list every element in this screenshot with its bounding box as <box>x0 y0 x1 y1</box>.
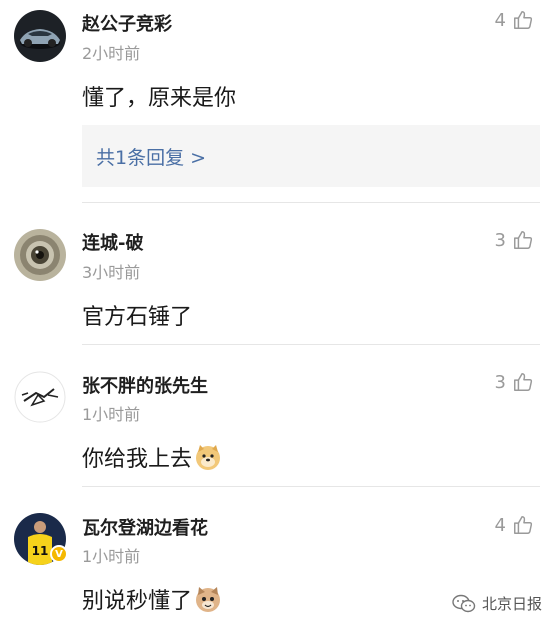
thumbs-up-icon <box>514 373 533 391</box>
svg-text:11: 11 <box>32 544 49 558</box>
watermark-text: 北京日报 <box>481 595 542 613</box>
like-button[interactable]: 4 <box>495 9 534 31</box>
thumbs-up-icon <box>514 231 533 249</box>
comment-text: 别说秒懂了 <box>82 589 193 614</box>
timestamp: 1小时前 <box>82 547 141 566</box>
cat-emoji <box>194 585 222 613</box>
like-button[interactable]: 3 <box>495 229 534 251</box>
username[interactable]: 张不胖的张先生 <box>82 372 208 398</box>
thumbs-up-icon <box>514 11 533 29</box>
username[interactable]: 赵公子竞彩 <box>82 10 172 36</box>
timestamp: 3小时前 <box>82 263 141 282</box>
sketch-avatar[interactable] <box>14 371 66 423</box>
comment-text: 官方石锤了 <box>82 305 193 330</box>
comment-text-row: 别说秒懂了 <box>82 583 222 615</box>
comment-text: 你给我上去 <box>82 447 193 472</box>
watermark: 北京日报 <box>452 593 542 614</box>
like-count: 3 <box>494 371 506 393</box>
like-button[interactable]: 4 <box>495 514 534 536</box>
verified-badge: V <box>50 545 68 563</box>
username[interactable]: 瓦尔登湖边看花 <box>82 514 208 540</box>
like-button[interactable]: 3 <box>495 371 534 393</box>
reply-summary-link[interactable]: 共1条回复 > <box>82 125 540 187</box>
timestamp: 2小时前 <box>82 44 141 63</box>
divider <box>82 344 540 345</box>
thumbs-up-icon <box>514 516 533 534</box>
comment-text-row: 你给我上去 <box>82 441 222 473</box>
like-count: 3 <box>494 229 506 251</box>
wechat-icon <box>452 594 476 612</box>
comment-text: 懂了，原来是你 <box>82 86 237 111</box>
timestamp: 1小时前 <box>82 405 141 424</box>
doge-emoji <box>194 443 222 471</box>
like-count: 4 <box>494 9 506 31</box>
divider <box>82 486 540 487</box>
username[interactable]: 连城-破 <box>82 229 143 255</box>
eye-avatar[interactable] <box>14 229 66 281</box>
divider <box>82 202 540 203</box>
reply-summary-label: 共1条回复 > <box>96 146 207 169</box>
car-avatar[interactable] <box>14 10 66 62</box>
like-count: 4 <box>494 514 506 536</box>
